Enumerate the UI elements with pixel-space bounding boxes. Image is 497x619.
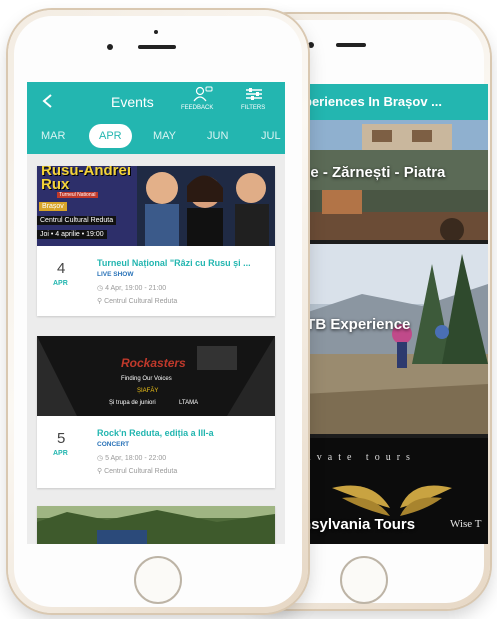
page-title: Events: [111, 94, 154, 110]
back-header-title: periences In Brașov ...: [304, 94, 443, 109]
front-camera: [107, 44, 113, 50]
event-card[interactable]: Rusu-Andrei Rux Turneul National Brașov …: [37, 166, 275, 316]
tab-jul[interactable]: JUL: [261, 130, 281, 142]
back-header: periences In Brașov ...: [302, 84, 488, 120]
event-poster: Rockasters Finding Our Voices ȘIAFĂY Și …: [37, 336, 275, 416]
poster-city: Brașov: [39, 202, 67, 211]
poster-line3: Și trupa de juniori: [109, 400, 156, 406]
front-screen: Events FEEDBACK FILTERS MAR APR MAY JUN …: [27, 82, 285, 544]
event-poster: Rusu-Andrei Rux Turneul National Brașov …: [37, 166, 275, 246]
event-month: APR: [53, 450, 68, 457]
event-card[interactable]: Rockasters Finding Our Voices ȘIAFĂY Și …: [37, 336, 275, 488]
experience-tile-transylvania[interactable]: ivate tours nsylvania Tours Wise T: [302, 438, 488, 544]
poster-line1: Finding Our Voices: [121, 376, 172, 382]
front-home-button[interactable]: [134, 556, 182, 604]
event-month: APR: [53, 280, 68, 287]
event-time-text: 4 Apr, 19:00 - 21:00: [105, 285, 167, 292]
back-home-button[interactable]: [340, 556, 388, 604]
poster-line4: LTAMA: [179, 400, 199, 406]
event-time-text: 5 Apr, 18:00 - 22:00: [105, 455, 167, 462]
back-screen: periences In Brașov ... ce - Zărnești - …: [302, 84, 488, 544]
front-speaker: [138, 45, 176, 49]
back-arrow-icon[interactable]: [41, 94, 55, 108]
tab-mar[interactable]: MAR: [41, 130, 65, 142]
experience-tile-itb-label: ITB Experience: [302, 316, 411, 333]
event-title[interactable]: Turneul Național "Râzi cu Rusu și ...: [97, 258, 272, 268]
event-type: CONCERT: [97, 441, 130, 448]
poster-place: Centrul Cultural Reduta: [37, 216, 117, 225]
tab-apr[interactable]: APR: [89, 124, 132, 148]
experience-tile-itb[interactable]: ITB Experience: [302, 244, 488, 434]
tab-may[interactable]: MAY: [153, 130, 176, 142]
feedback-icon: [193, 86, 213, 102]
itb-photo: [302, 244, 488, 434]
front-sensor: [154, 30, 158, 34]
filters-label: FILTERS: [241, 105, 266, 111]
poster-headline: Rockasters: [121, 356, 186, 370]
experience-tile-zarnesti-label: ce - Zărnești - Piatra: [302, 164, 446, 181]
event-type: LIVE SHOW: [97, 271, 134, 278]
event-time: ◷ 4 Apr, 19:00 - 21:00: [97, 285, 167, 292]
event-card[interactable]: [37, 506, 275, 544]
event-title[interactable]: Rock'n Reduta, ediția a III-a: [97, 428, 272, 438]
poster-subline: Turneul National: [57, 192, 98, 198]
wise-brand-text: Wise T: [450, 518, 482, 530]
back-camera: [308, 42, 314, 48]
filters-button[interactable]: FILTERS: [235, 86, 275, 116]
event-venue: ⚲ Centrul Cultural Reduta: [97, 298, 178, 305]
app-header: Events FEEDBACK FILTERS: [27, 82, 285, 120]
filters-icon: [246, 88, 262, 100]
event-poster: [37, 506, 275, 544]
event-day: 5: [57, 430, 66, 447]
feedback-label: FEEDBACK: [181, 105, 214, 111]
experience-tile-transylvania-label: nsylvania Tours: [302, 516, 416, 533]
event-venue-text: Centrul Cultural Reduta: [104, 298, 178, 305]
event-day: 4: [57, 260, 66, 277]
tab-jun[interactable]: JUN: [207, 130, 228, 142]
month-tabs: MAR APR MAY JUN JUL: [27, 120, 285, 154]
poster-headline: Rusu-Andrei Rux: [41, 166, 131, 193]
event-venue-text: Centrul Cultural Reduta: [104, 468, 178, 475]
back-speaker: [336, 43, 366, 47]
poster-line2: ȘIAFĂY: [137, 388, 159, 394]
poster-date: Joi • 4 aprilie • 19:00: [37, 230, 107, 239]
experience-tile-zarnesti[interactable]: ce - Zărnești - Piatra: [302, 120, 488, 240]
event-time: ◷ 5 Apr, 18:00 - 22:00: [97, 455, 167, 462]
event-venue: ⚲ Centrul Cultural Reduta: [97, 468, 178, 475]
feedback-button[interactable]: FEEDBACK: [181, 86, 225, 116]
